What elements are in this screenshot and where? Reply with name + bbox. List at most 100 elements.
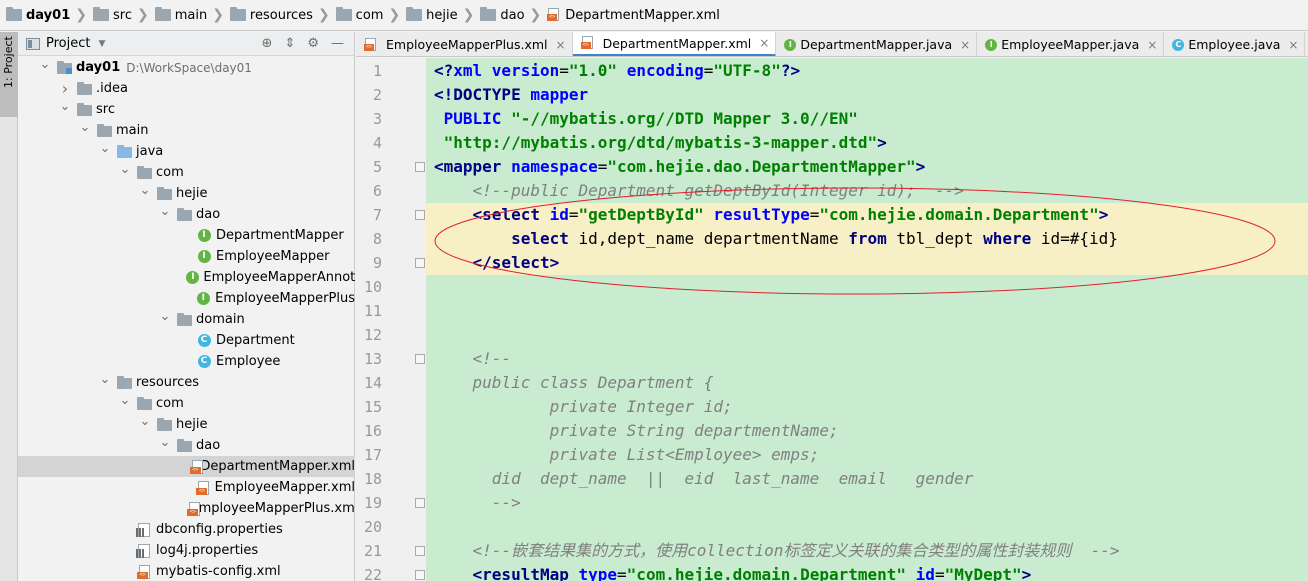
chevron-down-icon[interactable]: ⌄	[98, 372, 112, 387]
tree-item[interactable]: › .idea	[18, 78, 355, 99]
tree-item[interactable]: ›IEmployeeMapperAnnotatio	[18, 267, 355, 288]
code-token: ?>	[780, 61, 801, 80]
fold-marker-icon[interactable]	[415, 546, 425, 556]
line-number: 18	[363, 470, 382, 488]
editor-tab[interactable]: I DepartmentMapper.java ×	[776, 32, 978, 56]
tree-item-label: Employee	[216, 354, 281, 369]
tree-item-label: com	[156, 165, 184, 180]
tree-item[interactable]: ⌄ dao	[18, 435, 355, 456]
tree-item[interactable]: ⌄ com	[18, 393, 355, 414]
tree-item[interactable]: ⌄ main	[18, 120, 355, 141]
tree-item[interactable]: ›<>mybatis-config.xml	[18, 561, 355, 581]
gear-icon[interactable]: ⚙	[307, 36, 319, 51]
project-panel-title[interactable]: Project	[46, 36, 90, 51]
code-token: =	[703, 61, 714, 80]
chevron-down-icon[interactable]: ⌄	[118, 162, 132, 177]
folder-icon	[480, 7, 497, 21]
tree-item[interactable]: ⌄ com	[18, 162, 355, 183]
editor-tab[interactable]: I EmployeeMapper.java ×	[977, 32, 1165, 56]
code-token: "com.hejie.domain.Department"	[626, 565, 907, 581]
tree-item[interactable]: ⌄ dao	[18, 204, 355, 225]
tree-item-label: EmployeeMapper	[216, 249, 330, 264]
close-icon[interactable]: ×	[556, 38, 566, 52]
hide-panel-icon[interactable]: —	[331, 36, 344, 51]
chevron-down-icon[interactable]: ⌄	[158, 204, 172, 219]
code-line: select id,dept_name departmentName from …	[434, 227, 1118, 251]
project-path: D:\WorkSpace\day01	[126, 60, 252, 75]
interface-icon: I	[784, 38, 797, 51]
chevron-down-icon[interactable]: ⌄	[98, 141, 112, 156]
code-token: where	[983, 229, 1032, 248]
tree-item[interactable]: ›log4j.properties	[18, 540, 355, 561]
chevron-down-icon[interactable]: ⌄	[138, 183, 152, 198]
close-icon[interactable]: ×	[960, 38, 970, 52]
tree-item[interactable]: ⌄ java	[18, 141, 355, 162]
collapse-all-icon[interactable]: ⇕	[284, 36, 295, 51]
project-tool-window-button[interactable]: 1: Project	[0, 32, 18, 117]
code-token: >	[877, 133, 887, 152]
code-token: =	[934, 565, 945, 581]
tree-item[interactable]: ⌄ hejie	[18, 183, 355, 204]
tree-item[interactable]: ⌄ hejie	[18, 414, 355, 435]
breadcrumb-item[interactable]: hejie	[404, 0, 459, 30]
chevron-down-icon[interactable]: ⌄	[78, 120, 92, 135]
code-editor[interactable]: 1 2 3 4 5 6 7 8 9 10 11 12 13 14 15 16 17 18 19 20 21 22 <?xm…	[356, 58, 1308, 581]
editor-tab-label: Employee.java	[1188, 37, 1281, 52]
tree-item[interactable]: ›CEmployee	[18, 351, 355, 372]
editor-tab[interactable]: <> DepartmentMapper.xml ×	[572, 32, 777, 56]
editor-tab[interactable]: <> EmployeeMapperPlus.xml ×	[356, 32, 573, 56]
fold-marker-icon[interactable]	[415, 354, 425, 364]
editor-tab[interactable]: C Employee.java ×	[1164, 32, 1306, 56]
breadcrumb-item[interactable]: dao	[478, 0, 526, 30]
code-line: -->	[434, 491, 521, 515]
fold-marker-icon[interactable]	[415, 258, 425, 268]
tool-window-strip: 1: Project	[0, 32, 18, 581]
tree-item[interactable]: ⌄ domain	[18, 309, 355, 330]
breadcrumb-item[interactable]: day01	[4, 0, 72, 30]
chevron-down-icon[interactable]: ▼	[98, 39, 105, 49]
code-token: from	[848, 229, 887, 248]
breadcrumb-item[interactable]: main	[153, 0, 209, 30]
fold-marker-icon[interactable]	[415, 498, 425, 508]
code-token: "1.0"	[568, 61, 618, 80]
close-icon[interactable]: ×	[1147, 38, 1157, 52]
fold-marker-icon[interactable]	[415, 162, 425, 172]
chevron-down-icon[interactable]: ⌄	[158, 309, 172, 324]
chevron-down-icon[interactable]: ⌄	[158, 435, 172, 450]
locate-file-icon[interactable]: ⊕	[262, 36, 273, 51]
code-token: "MyDept"	[944, 565, 1022, 581]
chevron-right-icon[interactable]: ›	[58, 79, 72, 98]
fold-marker-icon[interactable]	[415, 210, 425, 220]
tree-item[interactable]: ⌄ day01 D:\WorkSpace\day01	[18, 57, 355, 78]
code-token: <?	[434, 61, 454, 80]
code-token: id	[915, 565, 935, 581]
chevron-down-icon[interactable]: ⌄	[58, 99, 72, 114]
chevron-down-icon[interactable]: ⌄	[118, 393, 132, 408]
tree-item[interactable]: ›IDepartmentMapper	[18, 225, 355, 246]
tree-item[interactable]: ›dbconfig.properties	[18, 519, 355, 540]
close-icon[interactable]: ×	[1288, 38, 1298, 52]
breadcrumb-item[interactable]: <> DepartmentMapper.xml	[545, 0, 722, 30]
breadcrumb-item[interactable]: src	[91, 0, 134, 30]
tree-item[interactable]: ⌄ resources	[18, 372, 355, 393]
tree-item[interactable]: ›<>DepartmentMapper.xml	[18, 456, 355, 477]
tree-item[interactable]: ›<>EmployeeMapperPlus.xml	[18, 498, 355, 519]
code-area[interactable]: <?xml version="1.0" encoding="UTF-8"?> <!…	[426, 58, 1308, 581]
interface-icon: I	[196, 228, 212, 244]
chevron-down-icon[interactable]: ⌄	[138, 414, 152, 429]
tree-item[interactable]: ⌄ src	[18, 99, 355, 120]
close-icon[interactable]: ×	[759, 36, 769, 50]
code-token: resultType	[713, 205, 810, 224]
chevron-down-icon[interactable]: ⌄	[38, 57, 52, 72]
editor-tab-label: DepartmentMapper.java	[800, 37, 953, 52]
breadcrumb-item[interactable]: com	[334, 0, 386, 30]
class-icon: C	[196, 354, 212, 370]
fold-marker-icon[interactable]	[415, 570, 425, 580]
code-token: =	[568, 205, 579, 224]
tree-item[interactable]: ›IEmployeeMapper	[18, 246, 355, 267]
chevron-right-icon: ❯	[212, 7, 224, 23]
tree-item[interactable]: ›CDepartment	[18, 330, 355, 351]
tree-item[interactable]: ›<>EmployeeMapper.xml	[18, 477, 355, 498]
breadcrumb-item[interactable]: resources	[228, 0, 315, 30]
tree-item[interactable]: ›IEmployeeMapperPlus	[18, 288, 355, 309]
